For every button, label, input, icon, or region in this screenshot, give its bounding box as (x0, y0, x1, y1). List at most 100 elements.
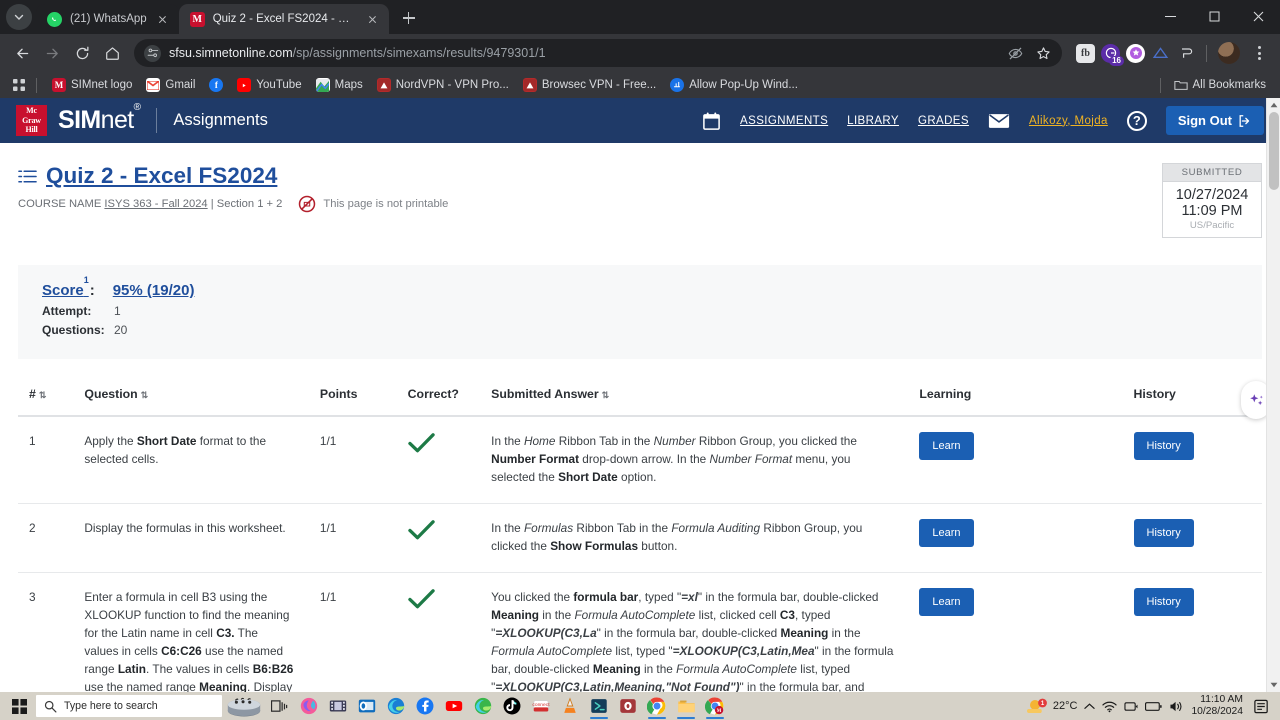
history-button[interactable]: History (1133, 519, 1194, 547)
edge-icon[interactable] (383, 693, 409, 719)
user-account-link[interactable]: Alikozy, Mojda (1029, 115, 1108, 127)
webcam-icon[interactable] (1124, 700, 1138, 713)
nav-grades[interactable]: GRADES (918, 115, 969, 127)
edge-dev-icon[interactable] (470, 693, 496, 719)
notifications-icon[interactable] (1250, 695, 1272, 717)
assignment-title-link[interactable]: Quiz 2 - Excel FS2024 (46, 163, 277, 189)
calendar-icon[interactable] (702, 111, 721, 131)
forward-icon[interactable] (38, 39, 66, 67)
score-value[interactable]: 95% (19/20) (113, 282, 195, 299)
bookmark-nordvpn[interactable]: NordVPN - VPN Pro... (371, 76, 515, 94)
site-settings-icon[interactable] (144, 44, 161, 62)
history-button[interactable]: History (1133, 588, 1194, 616)
tab-simnet-quiz[interactable]: M Quiz 2 - Excel FS2024 - SIMnet (178, 4, 389, 34)
youtube-icon[interactable] (441, 693, 467, 719)
url-path: /sp/assignments/simexams/results/9479301… (292, 46, 546, 60)
new-tab-button[interactable] (395, 4, 423, 32)
file-explorer-icon[interactable] (673, 693, 699, 719)
bookmark-star-icon[interactable] (1030, 40, 1056, 66)
task-view-icon[interactable] (266, 693, 292, 719)
history-button[interactable]: History (1133, 432, 1194, 460)
facebook-pixel-icon[interactable]: fb (1076, 43, 1095, 63)
chrome-icon[interactable] (644, 693, 670, 719)
col-header-question[interactable]: Question ⇅ (84, 377, 320, 417)
reload-icon[interactable] (68, 39, 96, 67)
help-icon[interactable]: ? (1126, 110, 1147, 131)
bookmark-gmail[interactable]: Gmail (140, 76, 201, 94)
bookmark-youtube-link[interactable]: YouTube (231, 76, 307, 94)
learn-button[interactable]: Learn (919, 588, 974, 616)
close-icon[interactable] (365, 11, 381, 27)
nav-library[interactable]: LIBRARY (847, 115, 899, 127)
bookmark-simnet-logo[interactable]: M SIMnet logo (46, 76, 138, 94)
questions-label: Questions: (42, 323, 105, 337)
browsec-icon[interactable] (1176, 44, 1195, 63)
page-content: Quiz 2 - Excel FS2024 COURSE NAME ISYS 3… (0, 143, 1280, 692)
volume-icon[interactable] (1169, 700, 1184, 713)
facebook-icon[interactable] (412, 693, 438, 719)
tab-search-chevron-icon[interactable] (6, 4, 32, 30)
minimize-button[interactable] (1148, 0, 1192, 32)
youtube-icon (237, 78, 252, 92)
page-scrollbar[interactable] (1266, 98, 1280, 692)
taskbar-search-input[interactable]: Type here to search (36, 695, 222, 717)
close-window-button[interactable] (1236, 0, 1280, 32)
row-question: Display the formulas in this worksheet. (84, 503, 320, 573)
scroll-up-arrow-icon[interactable] (1267, 98, 1280, 112)
tray-weather[interactable]: 1 22°C (1026, 696, 1077, 716)
bookmark-youtube[interactable]: f (203, 76, 229, 94)
col-header-number[interactable]: # ⇅ (18, 377, 85, 417)
tiktok-icon[interactable] (499, 693, 525, 719)
tray-overflow-chevron-icon[interactable] (1084, 702, 1096, 711)
browser-menu-icon[interactable] (1246, 40, 1272, 66)
outlook-icon[interactable] (354, 693, 380, 719)
copilot-icon[interactable] (296, 693, 322, 719)
grammarly-icon[interactable]: 16 (1101, 43, 1124, 66)
bookmark-allow-popups[interactable]: Allow Pop-Up Wind... (664, 76, 804, 94)
nordvpn-icon[interactable] (1151, 44, 1170, 63)
address-bar[interactable]: sfsu.simnetonline.com/sp/assignments/sim… (134, 39, 1062, 67)
score-label[interactable]: Score1 (42, 275, 89, 299)
score-colon: : (89, 282, 95, 299)
access-icon[interactable] (615, 693, 641, 719)
course-name-link[interactable]: ISYS 363 - Fall 2024 (104, 198, 207, 210)
tracking-protection-off-icon[interactable] (1002, 40, 1028, 66)
submitted-date: 10/27/2024 (1175, 187, 1249, 203)
bookmark-browsec[interactable]: Browsec VPN - Free... (517, 76, 662, 94)
back-icon[interactable] (8, 39, 36, 67)
col-header-answer[interactable]: Submitted Answer ⇅ (491, 377, 920, 417)
close-icon[interactable] (155, 11, 171, 27)
brand-net: net (100, 106, 135, 134)
col-header-points: Points (319, 377, 408, 417)
learn-button[interactable]: Learn (919, 519, 974, 547)
col-header-correct-label: Correct? (407, 387, 459, 401)
chrome-simnet-icon[interactable]: M (702, 693, 728, 719)
mail-icon[interactable] (988, 113, 1010, 129)
battery-icon[interactable] (1145, 701, 1163, 712)
scrollbar-thumb[interactable] (1269, 112, 1279, 190)
scroll-down-arrow-icon[interactable] (1267, 678, 1280, 692)
powershell-icon[interactable] (586, 693, 612, 719)
tab-whatsapp[interactable]: (21) WhatsApp (36, 4, 179, 34)
all-bookmarks-button[interactable]: All Bookmarks (1168, 76, 1273, 94)
clock[interactable]: 11:10 AM 10/28/2024 (1191, 694, 1243, 719)
wifi-icon[interactable] (1102, 700, 1118, 713)
vlc-icon[interactable] (557, 693, 583, 719)
nav-assignments[interactable]: ASSIGNMENTS (740, 115, 828, 127)
bookmark-maps[interactable]: Maps (310, 76, 369, 94)
sign-out-button[interactable]: Sign Out (1165, 106, 1264, 135)
section-label: | Section 1 + 2 (210, 198, 283, 210)
learn-button[interactable]: Learn (919, 432, 974, 460)
nordvpn-icon (376, 78, 391, 92)
connect-icon[interactable]: connect (528, 693, 554, 719)
maximize-button[interactable] (1192, 0, 1236, 32)
apps-grid-icon[interactable] (8, 74, 30, 96)
profile-avatar[interactable] (1218, 42, 1240, 64)
movies-tv-icon[interactable] (325, 693, 351, 719)
widgets-weather-icon[interactable] (222, 693, 266, 719)
honey-icon[interactable] (1126, 43, 1145, 63)
row-history: History (1133, 416, 1262, 504)
google-maps-icon (315, 78, 330, 92)
start-button[interactable] (2, 692, 36, 720)
home-icon[interactable] (98, 39, 126, 67)
